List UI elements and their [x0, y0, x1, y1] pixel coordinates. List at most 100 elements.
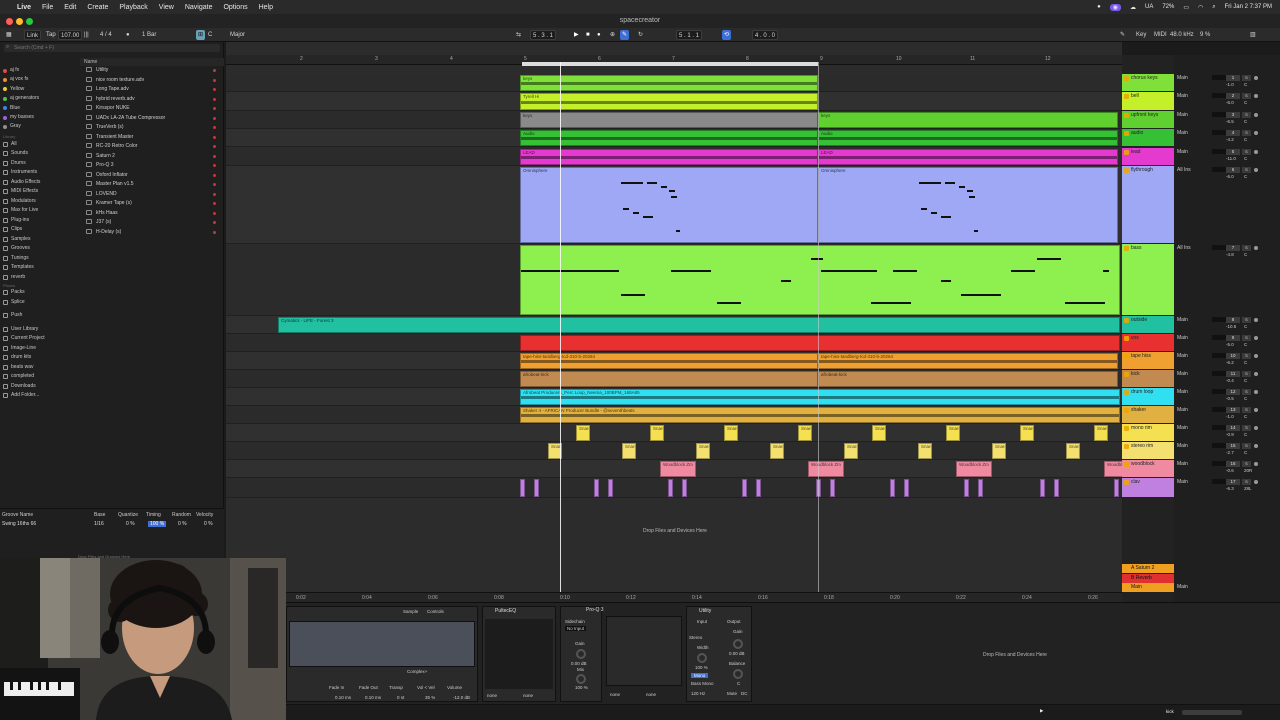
midi-note[interactable]: [669, 190, 675, 192]
track-header[interactable]: stereo rim: [1122, 442, 1174, 459]
arm-button[interactable]: [1254, 94, 1258, 98]
pan-value[interactable]: C: [1244, 396, 1247, 401]
groove-name[interactable]: Swing 16ths 66: [2, 521, 36, 527]
utility-bass-mono-button[interactable]: Bass Mono: [691, 681, 714, 686]
track-name[interactable]: outside: [1131, 317, 1147, 323]
clip[interactable]: Afrobeat Producers_Perc Loop_Neema_100BP…: [520, 389, 1120, 405]
collection-item[interactable]: Gray: [3, 122, 21, 131]
utility-balance-knob[interactable]: [733, 669, 743, 679]
midi-note[interactable]: [633, 182, 643, 184]
midi-note[interactable]: [521, 270, 571, 272]
midi-note[interactable]: [671, 196, 677, 198]
file-item[interactable]: Long Tape.adv: [86, 85, 220, 94]
output-routing[interactable]: Main: [1177, 443, 1188, 449]
track-lane[interactable]: [226, 478, 1122, 498]
volume-value[interactable]: -2.7: [1226, 450, 1234, 455]
track-activator-icon[interactable]: [1124, 426, 1129, 431]
menu-navigate[interactable]: Navigate: [185, 4, 213, 11]
track-name[interactable]: shaker: [1131, 407, 1146, 413]
clip[interactable]: Snare: [844, 443, 858, 459]
midi-note[interactable]: [595, 270, 619, 272]
library-item[interactable]: Tunings: [3, 254, 29, 263]
midi-note[interactable]: [921, 208, 927, 210]
collection-item[interactable]: my basses: [3, 113, 34, 122]
clip[interactable]: keys: [520, 112, 818, 128]
menu-help[interactable]: Help: [259, 4, 273, 11]
solo-button[interactable]: S: [1242, 75, 1251, 81]
track-name[interactable]: bass: [1131, 245, 1142, 251]
track-number-button[interactable]: 6: [1226, 167, 1240, 173]
utility-title[interactable]: Utility: [699, 608, 711, 614]
track-name[interactable]: drum loop: [1131, 389, 1153, 395]
volume-value[interactable]: -6.3: [1226, 486, 1234, 491]
groove-quantize[interactable]: 0 %: [126, 521, 135, 527]
volume-value[interactable]: -0.6: [1226, 468, 1234, 473]
track-number-button[interactable]: 3: [1226, 112, 1240, 118]
punch-icon[interactable]: ↻: [636, 30, 645, 40]
menu-file[interactable]: File: [42, 4, 53, 11]
track-activator-icon[interactable]: [1124, 462, 1129, 467]
proq-sidechain-input[interactable]: No Input: [565, 626, 587, 631]
menu-app[interactable]: Live: [17, 4, 31, 11]
track-header[interactable]: lead: [1122, 148, 1174, 165]
places-item[interactable]: drum kits: [3, 353, 31, 362]
solo-button[interactable]: S: [1242, 149, 1251, 155]
track-activator-icon[interactable]: [1124, 336, 1129, 341]
output-routing[interactable]: Main: [1177, 461, 1188, 467]
arm-button[interactable]: [1254, 131, 1258, 135]
volume-value[interactable]: -12.0 dB: [453, 695, 470, 700]
simpler-mode[interactable]: Complex+: [407, 669, 427, 674]
pan-value[interactable]: C: [1244, 156, 1247, 161]
file-item[interactable]: Master Plan v1.5: [86, 180, 220, 189]
volume-value[interactable]: -4.2: [1226, 137, 1234, 142]
volume-value[interactable]: -5.0: [1226, 342, 1234, 347]
track-number-button[interactable]: 17: [1226, 479, 1240, 485]
loop-start[interactable]: 5 . 1 . 1: [676, 30, 703, 40]
clip[interactable]: Audio: [818, 130, 1118, 146]
output-routing[interactable]: Main: [1177, 75, 1188, 81]
transp-value[interactable]: 0 st: [397, 695, 404, 700]
arm-button[interactable]: [1254, 76, 1258, 80]
solo-button[interactable]: S: [1242, 317, 1251, 323]
track-header[interactable]: bass: [1122, 244, 1174, 315]
pan-value[interactable]: C: [1244, 252, 1247, 257]
library-item[interactable]: Grooves: [3, 244, 30, 253]
midi-note[interactable]: [945, 182, 955, 184]
solo-button[interactable]: S: [1242, 479, 1251, 485]
menu-view[interactable]: View: [159, 4, 174, 11]
midi-note[interactable]: [1011, 270, 1035, 272]
midi-note[interactable]: [941, 280, 951, 282]
clip[interactable]: [756, 479, 761, 497]
clip[interactable]: Snare: [770, 443, 784, 459]
track-activator-icon[interactable]: [1124, 246, 1129, 251]
pan-value[interactable]: C: [1244, 342, 1247, 347]
volume-value[interactable]: -1.0: [1226, 82, 1234, 87]
clip[interactable]: [520, 335, 1120, 351]
track-name[interactable]: kick: [1131, 371, 1140, 377]
track-number-button[interactable]: 8: [1226, 317, 1240, 323]
pan-value[interactable]: C: [1244, 119, 1247, 124]
midi-note[interactable]: [781, 280, 791, 282]
solo-button[interactable]: S: [1242, 371, 1251, 377]
proq-display[interactable]: [606, 616, 682, 686]
track-header[interactable]: shaker: [1122, 406, 1174, 423]
grid-icon[interactable]: ▦: [4, 30, 14, 40]
arm-button[interactable]: [1254, 390, 1258, 394]
volume-value[interactable]: -1.0: [1226, 414, 1234, 419]
fade-out-value[interactable]: 0.10 ms: [365, 695, 381, 700]
clip[interactable]: [978, 479, 983, 497]
midi-note[interactable]: [661, 186, 667, 188]
clip[interactable]: [682, 479, 687, 497]
collection-item[interactable]: aj generators: [3, 94, 39, 103]
file-item[interactable]: Kirsspor NUKE: [86, 104, 220, 113]
track-header[interactable]: drum loop: [1122, 388, 1174, 405]
track-number-button[interactable]: 16: [1226, 461, 1240, 467]
track-activator-icon[interactable]: [1124, 480, 1129, 485]
pan-value[interactable]: C: [1244, 450, 1247, 455]
arm-button[interactable]: [1254, 336, 1258, 340]
track-name[interactable]: clav: [1131, 479, 1140, 485]
track-name[interactable]: tape hiss: [1131, 353, 1151, 359]
midi-note[interactable]: [1103, 270, 1109, 272]
song-position[interactable]: 5 . 3 . 1: [530, 30, 557, 40]
track-activator-icon[interactable]: [1124, 408, 1129, 413]
